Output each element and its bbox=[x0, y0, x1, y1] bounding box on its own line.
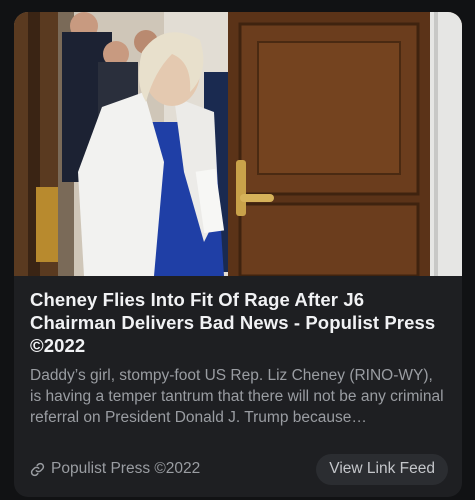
link-icon bbox=[30, 462, 45, 477]
article-title[interactable]: Cheney Flies Into Fit Of Rage After J6 C… bbox=[30, 288, 446, 357]
source-attribution[interactable]: Populist Press ©2022 bbox=[30, 460, 200, 478]
article-image-illustration bbox=[14, 12, 462, 276]
article-image[interactable] bbox=[14, 12, 462, 276]
card-footer: Populist Press ©2022 View Link Feed bbox=[30, 453, 448, 485]
view-link-feed-button[interactable]: View Link Feed bbox=[316, 453, 448, 485]
article-description: Daddy’s girl, stompy-foot US Rep. Liz Ch… bbox=[30, 367, 444, 426]
source-label: Populist Press ©2022 bbox=[51, 460, 201, 477]
link-preview-card[interactable]: Cheney Flies Into Fit Of Rage After J6 C… bbox=[14, 12, 462, 497]
